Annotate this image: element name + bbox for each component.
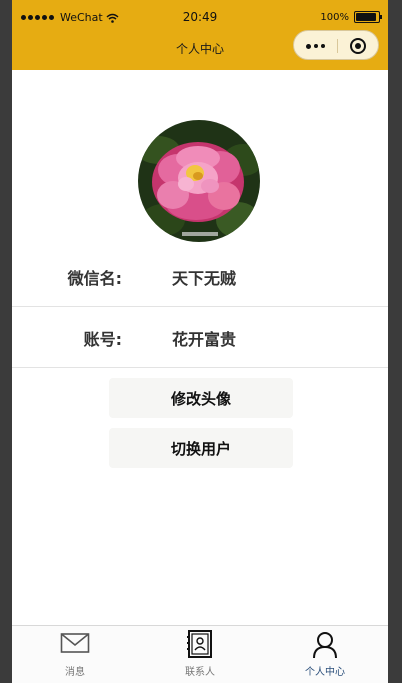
peony-flower-image [138,120,260,242]
tab-profile-label: 个人中心 [305,667,345,678]
account-value: 花开富贵 [172,330,237,349]
divider [12,306,388,307]
menu-capsule [293,30,379,60]
battery-area: 100% [320,11,382,23]
app-screen: WeChat 20:49 100% 个人中心 微信名: 天下无贼 账号: 花开富… [12,0,388,683]
change-avatar-button[interactable]: 修改头像 [109,378,293,418]
tab-contacts-label: 联系人 [185,667,215,678]
user-icon [313,632,337,659]
wechat-name-value: 天下无贼 [172,269,237,288]
mail-icon [60,633,90,653]
status-bar: WeChat 20:49 100% [12,0,388,34]
more-icon[interactable] [306,43,325,49]
divider [12,367,388,368]
account-label: 账号: [83,330,122,349]
account-row: 账号: 花开富贵 [12,308,388,368]
top-bar: WeChat 20:49 100% 个人中心 [12,0,388,70]
battery-icon [354,11,382,23]
avatar[interactable] [138,120,260,242]
wechat-name-label: 微信名: [67,269,122,288]
battery-percent: 100% [320,11,349,23]
wechat-name-row: 微信名: 天下无贼 [12,247,388,307]
tab-bar: 消息 联系人 个人中心 [12,625,388,683]
contacts-icon [187,630,212,658]
tab-contacts[interactable]: 联系人 [137,626,263,683]
tab-messages[interactable]: 消息 [12,626,138,683]
tab-profile[interactable]: 个人中心 [262,626,388,683]
close-miniprogram-icon[interactable] [350,38,366,54]
tab-messages-label: 消息 [65,667,85,678]
capsule-divider [337,39,338,53]
switch-user-button[interactable]: 切换用户 [109,428,293,468]
